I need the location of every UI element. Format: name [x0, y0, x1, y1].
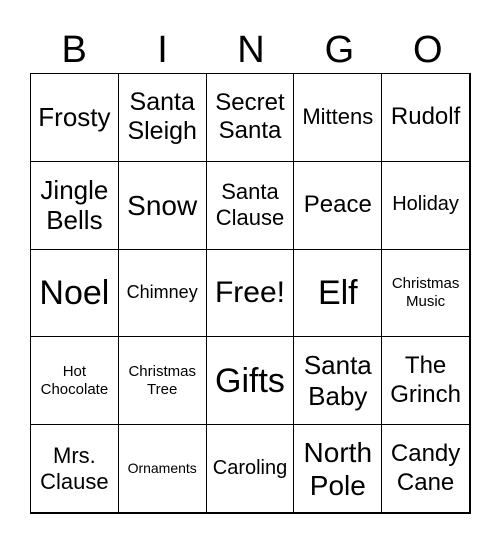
bingo-grid: Frosty Santa Sleigh Secret Santa Mittens Rud…: [30, 73, 471, 514]
bingo-cell[interactable]: Jingle Bells: [30, 160, 119, 250]
bingo-cell[interactable]: Frosty: [30, 73, 119, 162]
bingo-cell[interactable]: North Pole: [293, 424, 383, 513]
cell-label: Mrs. Clause: [40, 442, 109, 494]
header-letter-n: N: [237, 29, 265, 71]
header-letter-o: O: [412, 29, 443, 71]
cell-label: Frosty: [38, 102, 111, 133]
header-letter-g: G: [324, 29, 355, 71]
bingo-cell[interactable]: Rudolf: [381, 73, 470, 162]
cell-label: Chimney: [126, 282, 198, 303]
bingo-cell[interactable]: Candy Cane: [381, 424, 470, 513]
bingo-cell[interactable]: Peace: [293, 160, 383, 250]
cell-label: Hot Chocolate: [40, 363, 109, 398]
cell-label: Christmas Music: [391, 275, 460, 310]
bingo-cell[interactable]: Caroling: [205, 424, 295, 513]
cell-label: The Grinch: [390, 352, 461, 408]
cell-label: Candy Cane: [390, 440, 461, 496]
bingo-header: B I N G O: [30, 28, 472, 72]
cell-label: Jingle Bells: [40, 174, 109, 236]
cell-label: Christmas Tree: [128, 363, 196, 398]
bingo-cell[interactable]: Secret Santa: [205, 73, 295, 162]
bingo-cell[interactable]: Santa Clause: [205, 160, 295, 250]
bingo-cell[interactable]: The Grinch: [381, 336, 470, 426]
cell-label: Santa Baby: [303, 350, 372, 411]
bingo-cell[interactable]: Christmas Tree: [117, 336, 207, 426]
bingo-cell[interactable]: Noel: [30, 248, 119, 338]
bingo-cell[interactable]: Chimney: [117, 248, 207, 338]
cell-label: Gifts: [215, 361, 285, 400]
cell-label: Caroling: [212, 456, 288, 479]
free-space-cell[interactable]: Free!: [205, 248, 295, 338]
bingo-cell[interactable]: Gifts: [205, 336, 295, 426]
cell-label: Rudolf: [390, 103, 461, 131]
bingo-cell[interactable]: Snow: [117, 160, 207, 250]
bingo-cell[interactable]: Santa Baby: [293, 336, 383, 426]
header-letter-b: B: [61, 29, 87, 71]
bingo-cell[interactable]: Christmas Music: [381, 248, 470, 338]
cell-label: Free!: [214, 276, 285, 310]
cell-label: Elf: [317, 273, 358, 312]
cell-label: North Pole: [303, 436, 373, 501]
header-letter-i: I: [157, 29, 168, 71]
cell-label: Ornaments: [127, 460, 197, 477]
bingo-cell[interactable]: Mrs. Clause: [30, 424, 119, 513]
cell-label: Holiday: [392, 193, 459, 216]
bingo-cell[interactable]: Mittens: [293, 73, 383, 162]
cell-label: Peace: [303, 191, 372, 219]
bingo-cell[interactable]: Hot Chocolate: [30, 336, 119, 426]
bingo-cell[interactable]: Ornaments: [117, 424, 207, 513]
cell-label: Mittens: [302, 104, 374, 130]
bingo-cell[interactable]: Santa Sleigh: [117, 73, 207, 162]
cell-label: Santa Sleigh: [127, 87, 197, 146]
bingo-cell[interactable]: Holiday: [381, 160, 470, 250]
cell-label: Secret Santa: [215, 89, 285, 145]
cell-label: Snow: [127, 189, 198, 221]
bingo-cell[interactable]: Elf: [293, 248, 383, 338]
cell-label: Santa Clause: [215, 179, 285, 231]
cell-label: Noel: [39, 273, 110, 312]
